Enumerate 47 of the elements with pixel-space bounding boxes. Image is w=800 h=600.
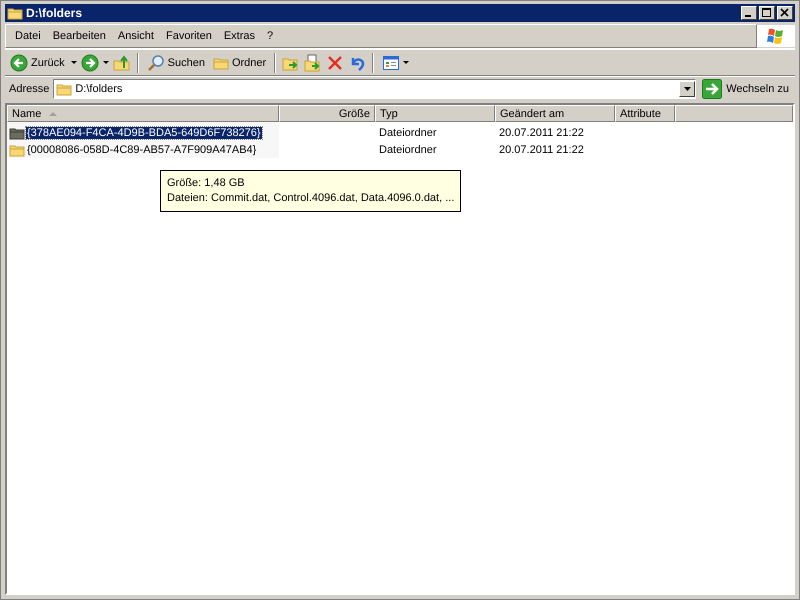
table-cell: 20.07.2011 21:22 <box>499 126 584 138</box>
address-field[interactable]: D:\folders <box>53 79 696 99</box>
maximize-icon <box>760 7 774 19</box>
maximize-button[interactable] <box>759 6 775 20</box>
menu-item[interactable]: Datei <box>9 30 47 42</box>
table-cell: Dateiordner <box>379 144 436 156</box>
folder-icon <box>7 6 23 20</box>
dropdown-caret-icon[interactable] <box>102 61 109 64</box>
sort-arrow-icon <box>49 112 58 116</box>
back-button[interactable]: Zurück <box>8 52 67 72</box>
minimize-button[interactable] <box>741 6 757 20</box>
window-title: D:\folders <box>26 6 84 20</box>
address-label: Adresse <box>9 83 50 95</box>
minimize-icon <box>745 15 751 17</box>
folders-button[interactable]: Ordner <box>210 54 268 70</box>
views-icon <box>382 54 400 70</box>
go-button[interactable]: Wechseln zu <box>700 79 791 99</box>
copy-to-folder-icon[interactable] <box>304 54 322 72</box>
column-header[interactable]: Name <box>7 105 279 122</box>
file-name[interactable]: {00008086-058D-4C89-AB57-A7F909A47AB4} <box>26 144 258 156</box>
column-header[interactable]: Größe <box>279 105 375 122</box>
folder-icon <box>56 82 72 96</box>
folder-icon <box>212 56 229 70</box>
menu-item[interactable]: Ansicht <box>112 30 160 42</box>
menu-item[interactable]: Bearbeiten <box>46 30 112 42</box>
tooltip-text: Größe: 1,48 GB <box>167 176 246 191</box>
search-button[interactable]: Suchen <box>144 52 207 72</box>
column-header[interactable]: Typ <box>375 105 495 122</box>
menu-item[interactable]: ? <box>261 30 280 42</box>
column-header[interactable]: Geändert am <box>495 105 615 122</box>
close-button[interactable] <box>777 6 793 20</box>
table-cell: 20.07.2011 21:22 <box>499 144 584 156</box>
folder-icon <box>9 142 25 156</box>
folder-icon <box>9 126 25 140</box>
search-icon <box>146 54 165 72</box>
menu-item[interactable]: Favoriten <box>160 30 218 42</box>
tooltip-text: Dateien: Commit.dat, Control.4096.dat, Data.4096.0.dat, ... <box>167 191 454 206</box>
dropdown-caret-icon <box>684 87 691 91</box>
column-header[interactable]: Attribute <box>615 105 675 122</box>
table-cell: Dateiordner <box>379 126 436 138</box>
delete-icon[interactable] <box>326 54 344 72</box>
file-name[interactable]: {378AE094-F4CA-4D9B-BDA5-649D6F738276} <box>26 126 262 138</box>
flag-logo-icon <box>766 27 786 45</box>
views-button[interactable] <box>380 54 412 72</box>
dropdown-caret-icon[interactable] <box>70 61 77 64</box>
menu-item[interactable]: Extras <box>218 30 262 42</box>
dropdown-button[interactable] <box>679 81 696 97</box>
